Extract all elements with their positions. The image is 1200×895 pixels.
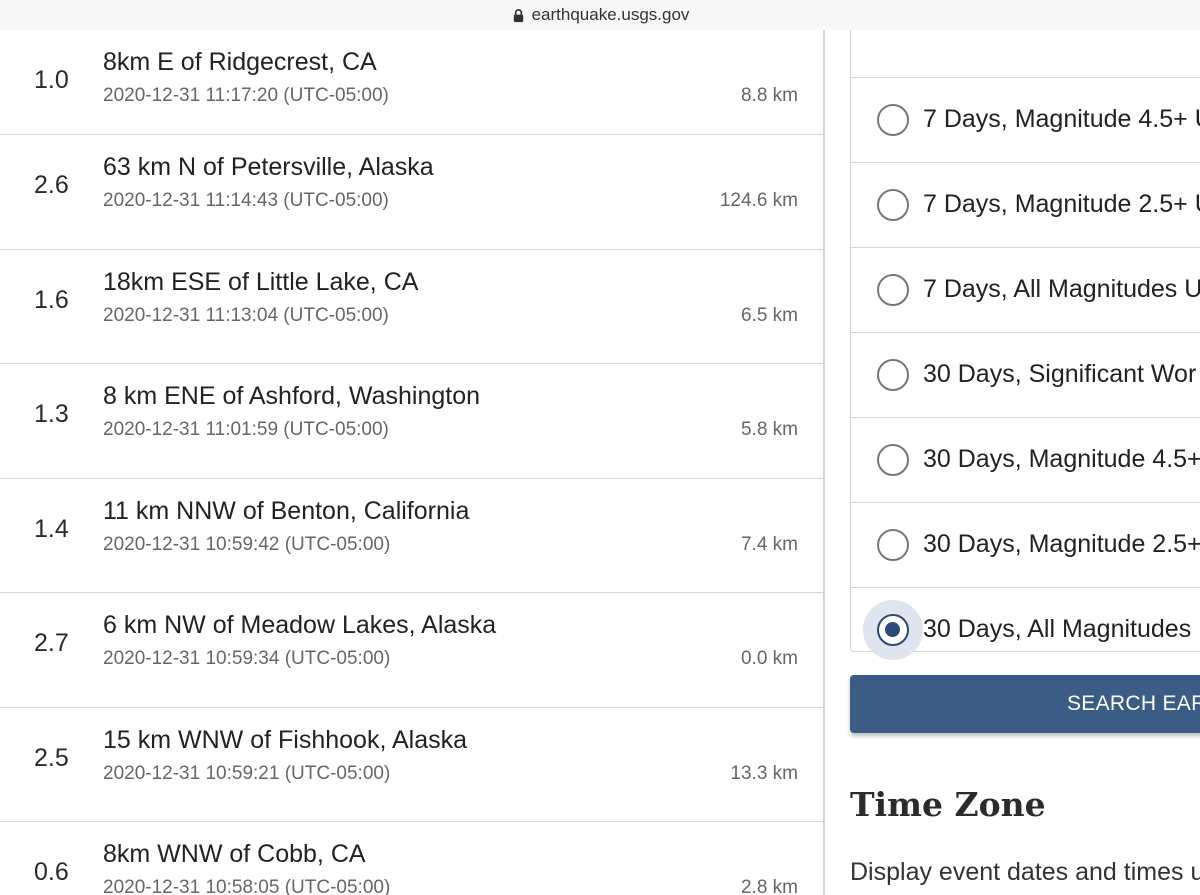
radio-button[interactable] [877, 444, 909, 476]
feed-option-label: 30 Days, Magnitude 2.5+ [923, 530, 1200, 558]
depth: 13.3 km [730, 762, 798, 784]
earthquake-list: 1.0 8km E of Ridgecrest, CA 2020-12-31 1… [0, 30, 823, 895]
magnitude: 1.6 [34, 285, 69, 314]
feed-option-label: 30 Days, Significant Wor [923, 360, 1197, 388]
depth: 6.5 km [740, 304, 798, 326]
magnitude: 2.5 [34, 743, 69, 772]
feed-option[interactable]: 7 Days, Magnitude 2.5+ U [851, 162, 1200, 247]
radio-button[interactable] [877, 189, 909, 221]
time-zone-description: Display event dates and times u [850, 858, 1200, 886]
magnitude: 2.6 [34, 171, 69, 199]
settings-panel: 7 Days, Magnitude 4.5+ U 7 Days, Magnitu… [825, 30, 1200, 895]
location: 15 km WNW of Fishhook, Alaska [103, 725, 468, 754]
location: 8km E of Ridgecrest, CA [103, 48, 377, 76]
earthquake-row[interactable]: 0.6 8km WNW of Cobb, CA 2020-12-31 10:58… [0, 822, 823, 895]
location: 18km ESE of Little Lake, CA [103, 267, 419, 296]
location: 6 km NW of Meadow Lakes, Alaska [103, 611, 497, 639]
event-time: 2020-12-31 11:01:59 (UTC-05:00) [103, 419, 389, 440]
depth: 124.6 km [719, 190, 798, 211]
url-text: earthquake.usgs.gov [531, 5, 690, 24]
magnitude: 1.3 [34, 400, 69, 428]
event-time: 2020-12-31 10:59:42 (UTC-05:00) [103, 533, 391, 555]
address-bar[interactable]: earthquake.usgs.gov [0, 0, 1200, 30]
magnitude: 0.6 [34, 858, 69, 886]
radio-button[interactable] [877, 359, 909, 391]
search-earthquakes-button[interactable]: SEARCH EAR [850, 675, 1200, 733]
magnitude: 2.7 [34, 629, 69, 657]
feed-option[interactable]: 7 Days, All Magnitudes U [851, 247, 1200, 332]
location: 63 km N of Petersville, Alaska [103, 153, 434, 181]
earthquake-row[interactable]: 1.0 8km E of Ridgecrest, CA 2020-12-31 1… [0, 30, 823, 135]
event-time: 2020-12-31 11:14:43 (UTC-05:00) [103, 190, 389, 211]
event-time: 2020-12-31 11:13:04 (UTC-05:00) [103, 304, 389, 326]
location: 11 km NNW of Benton, California [103, 496, 470, 525]
location: 8 km ENE of Ashford, Washington [103, 382, 481, 410]
depth: 8.8 km [740, 85, 798, 106]
earthquake-row[interactable]: 1.6 18km ESE of Little Lake, CA 2020-12-… [0, 250, 823, 364]
feed-option-selected[interactable]: 30 Days, All Magnitudes [851, 587, 1200, 672]
feed-option[interactable]: 7 Days, Magnitude 4.5+ U [851, 77, 1200, 162]
feed-option-label: 7 Days, Magnitude 2.5+ U [923, 190, 1200, 218]
event-time: 2020-12-31 10:59:34 (UTC-05:00) [103, 648, 391, 669]
feed-option-label: 30 Days, Magnitude 4.5+ [923, 445, 1200, 473]
location: 8km WNW of Cobb, CA [103, 840, 366, 868]
depth: 0.0 km [740, 648, 798, 669]
radio-button[interactable] [877, 529, 909, 561]
radio-button[interactable] [877, 104, 909, 136]
feed-option[interactable]: 30 Days, Significant Wor [851, 332, 1200, 417]
event-time: 2020-12-31 10:59:21 (UTC-05:00) [103, 762, 391, 784]
earthquake-row[interactable]: 2.5 15 km WNW of Fishhook, Alaska 2020-1… [0, 708, 823, 822]
magnitude: 1.0 [34, 66, 69, 94]
magnitude: 1.4 [34, 514, 69, 543]
earthquake-row[interactable]: 2.6 63 km N of Petersville, Alaska 2020-… [0, 135, 823, 250]
feed-option-label: 7 Days, Magnitude 4.5+ U [923, 105, 1200, 133]
time-zone-heading: Time Zone [850, 785, 1046, 824]
earthquake-row[interactable]: 2.7 6 km NW of Meadow Lakes, Alaska 2020… [0, 593, 823, 708]
depth: 5.8 km [740, 419, 798, 440]
depth: 7.4 km [740, 533, 798, 555]
earthquake-row[interactable]: 1.4 11 km NNW of Benton, California 2020… [0, 479, 823, 593]
feed-option-label: 7 Days, All Magnitudes U [923, 275, 1200, 303]
depth: 2.8 km [740, 877, 798, 895]
earthquake-row[interactable]: 1.3 8 km ENE of Ashford, Washington 2020… [0, 364, 823, 479]
feed-option[interactable]: 30 Days, Magnitude 2.5+ [851, 502, 1200, 587]
event-time: 2020-12-31 11:17:20 (UTC-05:00) [103, 85, 389, 106]
radio-button[interactable] [877, 274, 909, 306]
feed-options-group: 7 Days, Magnitude 4.5+ U 7 Days, Magnitu… [850, 30, 1200, 660]
event-time: 2020-12-31 10:58:05 (UTC-05:00) [103, 877, 391, 895]
feed-option-label: 30 Days, All Magnitudes [923, 615, 1192, 643]
radio-button-checked[interactable] [877, 614, 909, 646]
feed-option[interactable]: 30 Days, Magnitude 4.5+ [851, 417, 1200, 502]
lock-icon [513, 8, 523, 22]
